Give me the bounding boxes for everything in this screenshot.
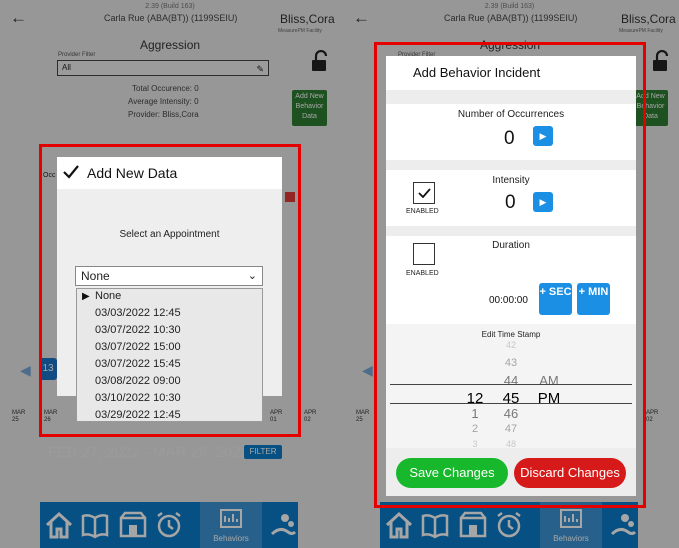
- highlight-box-left: [39, 144, 301, 437]
- highlight-box-right: [374, 42, 646, 508]
